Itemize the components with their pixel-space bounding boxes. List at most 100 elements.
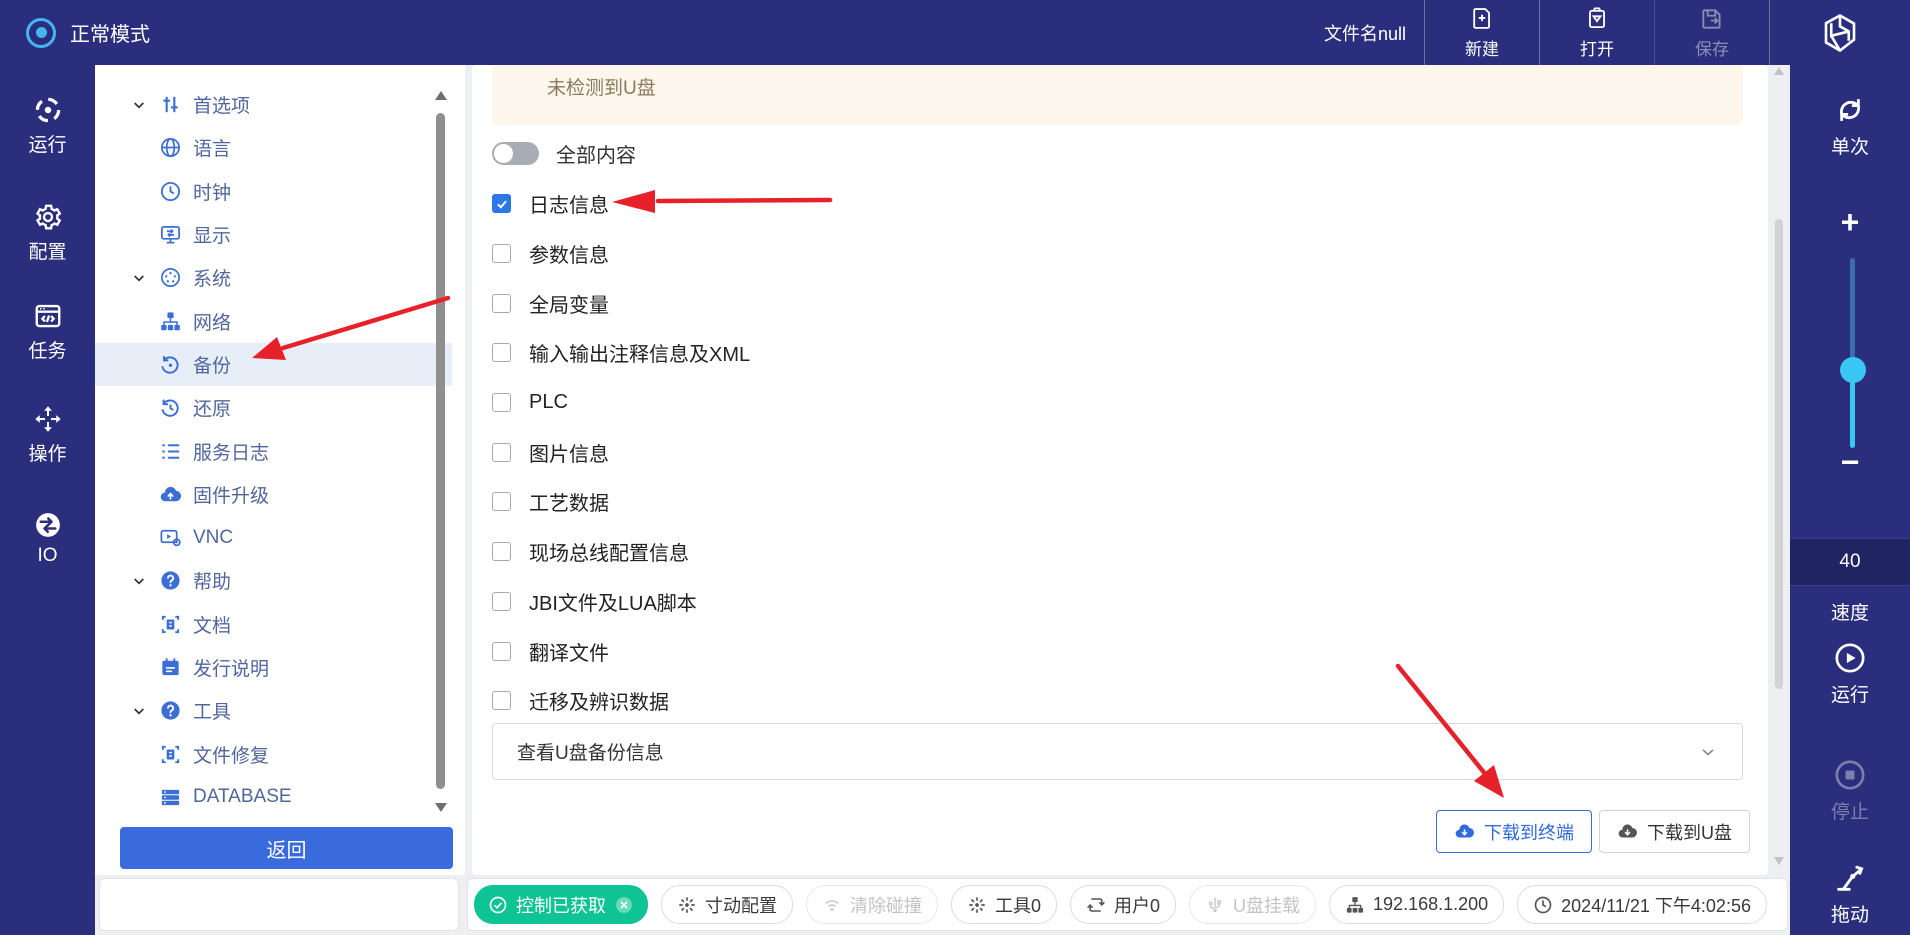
settings-menu-item[interactable]: 固件升级 — [95, 473, 452, 516]
left-nav-item[interactable]: 配置 — [0, 202, 95, 264]
settings-menu-item[interactable]: 还原 — [95, 386, 452, 429]
status-pill-label: 2024/11/21 下午4:02:56 — [1561, 892, 1751, 918]
settings-menu-item[interactable]: DATABASE — [95, 776, 452, 819]
filename-label: 文件名null — [1324, 20, 1424, 46]
tools-icon — [159, 699, 182, 722]
speed-slider-thumb[interactable] — [1840, 357, 1866, 383]
status-pill[interactable]: 192.168.1.200 — [1329, 885, 1504, 924]
backup-checkbox-row[interactable]: 迁移及辨识数据 — [472, 676, 1768, 726]
content-scrollbar-thumb[interactable] — [1775, 219, 1783, 689]
run-button[interactable]: 运行 — [1790, 641, 1910, 707]
status-pill-label: 寸动配置 — [705, 892, 777, 918]
backup-checkbox-row[interactable]: 全局变量 — [472, 278, 1768, 328]
content-scrollbar[interactable] — [1771, 65, 1787, 875]
menu-scrollbar[interactable] — [433, 91, 449, 825]
checkbox-unchecked[interactable] — [492, 443, 511, 462]
backup-content-panel: 未检测到U盘 全部内容 日志信息参数信息全局变量输入输出注释信息及XMLPLC图… — [472, 65, 1768, 875]
database-icon — [159, 786, 182, 809]
mode-radio-icon — [26, 18, 56, 48]
checkbox-unchecked[interactable] — [492, 642, 511, 661]
single-cycle-button[interactable]: 单次 — [1790, 93, 1910, 159]
speed-slider-track[interactable] — [1850, 258, 1855, 358]
settings-menu-item[interactable]: 显示 — [95, 213, 452, 256]
settings-menu-item[interactable]: 服务日志 — [95, 429, 452, 472]
scroll-up-arrow-icon[interactable] — [1774, 67, 1784, 75]
settings-menu-item[interactable]: 文档 — [95, 603, 452, 646]
checkbox-unchecked[interactable] — [492, 244, 511, 263]
left-nav-item[interactable]: 任务 — [0, 301, 95, 363]
download-to-terminal-button[interactable]: 下载到终端 — [1436, 810, 1592, 853]
speed-plus-button[interactable]: + — [1790, 205, 1910, 239]
back-button[interactable]: 返回 — [120, 827, 453, 869]
backup-checkbox-row[interactable]: PLC — [472, 378, 1768, 428]
settings-menu-item[interactable]: 系统 — [95, 256, 452, 299]
settings-menu-item[interactable]: 发行说明 — [95, 646, 452, 689]
status-pill[interactable]: 寸动配置 — [661, 885, 793, 924]
settings-menu-item-label: 首选项 — [193, 91, 250, 118]
checkbox-checked[interactable] — [492, 194, 511, 213]
settings-menu-item[interactable]: 首选项 — [95, 83, 452, 126]
statusbar: 控制已获取寸动配置清除碰撞工具0用户0U盘挂载192.168.1.2002024… — [467, 878, 1788, 931]
drag-button[interactable]: 拖动 — [1790, 861, 1910, 927]
status-pill: 清除碰撞 — [806, 885, 938, 924]
backup-checkbox-row[interactable]: 图片信息 — [472, 427, 1768, 477]
settings-menu-item-label: 文件修复 — [193, 741, 269, 768]
scroll-up-arrow-icon[interactable] — [435, 91, 447, 100]
vnc-icon — [159, 526, 182, 549]
settings-menu-item[interactable]: 备份 — [95, 343, 452, 386]
settings-menu-item-label: DATABASE — [193, 786, 292, 808]
settings-menu-item[interactable]: 网络 — [95, 299, 452, 342]
status-pill[interactable]: 用户0 — [1070, 885, 1176, 924]
dropdown-label: 查看U盘备份信息 — [517, 738, 664, 765]
backup-checkbox-row[interactable]: 现场总线配置信息 — [472, 527, 1768, 577]
topbar-action-button[interactable]: 打开 — [1539, 0, 1654, 65]
backup-checkbox-row[interactable]: 参数信息 — [472, 229, 1768, 279]
status-pill[interactable]: 工具0 — [951, 885, 1057, 924]
checkbox-unchecked[interactable] — [492, 592, 511, 611]
chevron-expand-icon — [131, 703, 147, 719]
settings-menu-item[interactable]: 文件修复 — [95, 732, 452, 775]
backup-checkbox-row[interactable]: 输入输出注释信息及XML — [472, 328, 1768, 378]
settings-menu-item-label: 系统 — [193, 264, 231, 291]
restore-icon — [159, 396, 182, 419]
left-nav-item[interactable]: IO — [0, 510, 95, 567]
scroll-down-arrow-icon[interactable] — [435, 803, 447, 812]
settings-menu-item[interactable]: VNC — [95, 516, 452, 559]
time-icon — [1533, 895, 1553, 915]
checkbox-unchecked[interactable] — [492, 691, 511, 710]
scroll-down-arrow-icon[interactable] — [1774, 857, 1784, 865]
settings-menu-item[interactable]: 工具 — [95, 689, 452, 732]
topbar-action-button[interactable]: 新建 — [1424, 0, 1539, 65]
checkbox-unchecked[interactable] — [492, 542, 511, 561]
speed-minus-button[interactable]: − — [1790, 445, 1910, 479]
download-to-usb-button[interactable]: 下载到U盘 — [1599, 810, 1750, 853]
all-content-toggle[interactable] — [492, 142, 539, 165]
backup-checkbox-row[interactable]: JBI文件及LUA脚本 — [472, 577, 1768, 627]
backup-checkbox-row[interactable]: 翻译文件 — [472, 626, 1768, 676]
usb-backup-info-dropdown[interactable]: 查看U盘备份信息 — [492, 723, 1743, 780]
stop-button: 停止 — [1790, 758, 1910, 824]
settings-menu-item[interactable]: 语言 — [95, 126, 452, 169]
left-nav-item[interactable]: 操作 — [0, 404, 95, 466]
checkbox-unchecked[interactable] — [492, 343, 511, 362]
status-pill-label: 清除碰撞 — [850, 892, 922, 918]
settings-menu-item[interactable]: 帮助 — [95, 559, 452, 602]
settings-menu-item[interactable]: 时钟 — [95, 170, 452, 213]
run-icon — [33, 95, 63, 125]
brand-logo-icon — [1769, 0, 1910, 65]
preferences-icon — [159, 93, 182, 116]
backup-checkbox-row[interactable]: 日志信息 — [472, 179, 1768, 229]
statusbar-left-box — [99, 878, 459, 931]
backup-checkbox-row[interactable]: 工艺数据 — [472, 477, 1768, 527]
menu-scrollbar-thumb[interactable] — [436, 113, 445, 789]
mode-indicator[interactable]: 正常模式 — [26, 18, 150, 48]
topbar-action-label: 保存 — [1695, 35, 1729, 60]
checkbox-unchecked[interactable] — [492, 492, 511, 511]
left-nav-item-label: 运行 — [28, 130, 66, 157]
drag-robot-arm-icon — [1833, 861, 1867, 895]
left-nav-item[interactable]: 运行 — [0, 95, 95, 157]
checkbox-unchecked[interactable] — [492, 294, 511, 313]
status-pill[interactable]: 控制已获取 — [474, 885, 648, 924]
status-pill[interactable]: 2024/11/21 下午4:02:56 — [1517, 885, 1767, 924]
checkbox-unchecked[interactable] — [492, 393, 511, 412]
